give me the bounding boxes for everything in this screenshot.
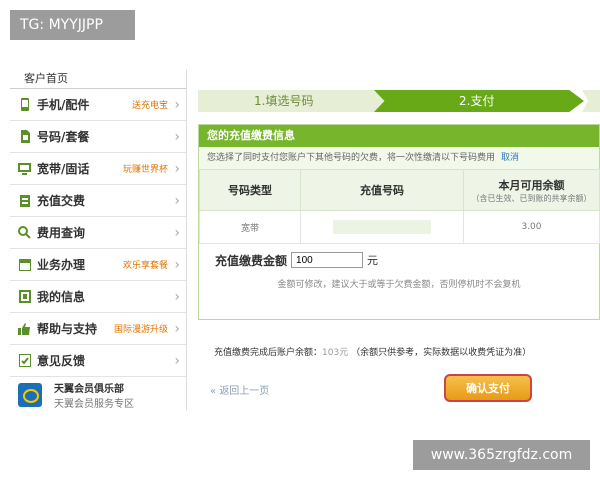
balance-header-sub: （含已生效、已到账的共享余额）	[471, 193, 592, 203]
sidebar-item-help[interactable]: 帮助与支持 国际漫游升级 ›	[10, 313, 186, 345]
back-link[interactable]: « 返回上一页	[210, 382, 269, 397]
payment-main: 1.填选号码 2.支付 您的充值缴费信息 您选择了同时支付您账户下其他号码的欠费…	[198, 90, 600, 410]
chevron-right-icon: ›	[174, 160, 180, 177]
sidebar-item-billing[interactable]: 费用查询 ›	[10, 217, 186, 249]
col-header-balance: 本月可用余额 （含已生效、已到账的共享余额）	[463, 169, 600, 211]
sidebar-item-label: 业务办理	[37, 258, 86, 272]
confirm-pay-button[interactable]: 确认支付	[444, 374, 532, 402]
member-club-banner[interactable]: 天翼会员俱乐部 天翼会员服务专区	[10, 377, 186, 412]
sidebar-item-label: 充值交费	[37, 194, 86, 208]
id-card-icon	[18, 290, 31, 303]
chevron-right-icon: ›	[174, 288, 180, 305]
sidebar-item-broadband[interactable]: 宽带/固话 玩赚世界杯 ›	[10, 153, 186, 185]
sidebar-item-services[interactable]: 业务办理 欢乐享套餐 ›	[10, 249, 186, 281]
feedback-icon	[18, 354, 31, 367]
sidebar-home-link[interactable]: 客户首页	[10, 70, 186, 89]
magnifier-icon	[18, 226, 31, 239]
post-balance-line: 充值缴费完成后账户余额：103元 （余额只供参考，实际数据以收费凭证为准）	[214, 345, 531, 358]
chevron-right-icon: ›	[174, 192, 180, 209]
balance-label: 充值缴费完成后账户余额：	[214, 348, 323, 358]
masked-number	[333, 220, 431, 234]
sidebar-item-phone[interactable]: 手机/配件 送充电宝 ›	[10, 89, 186, 121]
step-select-number: 1.填选号码	[198, 90, 388, 112]
sidebar-item-recharge[interactable]: 充值交费 ›	[10, 185, 186, 217]
progress-steps: 1.填选号码 2.支付	[198, 90, 600, 112]
promo-tag[interactable]: 玩赚世界杯	[123, 162, 168, 175]
calendar-icon	[18, 258, 31, 271]
cell-type: 宽带	[199, 210, 301, 244]
watermark-site: www.365zrgfdz.com	[413, 440, 590, 470]
amount-input[interactable]	[291, 252, 364, 268]
promo-tag[interactable]: 欢乐享套餐	[123, 258, 168, 271]
table-row: 宽带 3.00	[199, 210, 600, 244]
phone-icon	[18, 98, 31, 111]
balance-header-label: 本月可用余额	[498, 178, 565, 192]
chevron-right-icon: ›	[174, 352, 180, 369]
promo-tag[interactable]: 国际漫游升级	[114, 322, 168, 335]
sidebar-item-number[interactable]: 号码/套餐 ›	[10, 121, 186, 153]
col-header-type: 号码类型	[199, 169, 301, 211]
cell-number-masked	[300, 210, 464, 244]
col-header-number: 充值号码	[300, 169, 464, 211]
thumbs-up-icon	[18, 322, 31, 335]
amount-label: 充值缴费金额	[215, 253, 288, 268]
club-title: 天翼会员俱乐部	[54, 383, 124, 395]
recharge-info-panel: 您的充值缴费信息 您选择了同时支付您账户下其他号码的欠费，将一次性缴清以下号码费…	[198, 124, 600, 320]
watermark-tg: TG: MYYJJPP	[10, 10, 135, 40]
step-pay: 2.支付	[374, 90, 584, 112]
sim-icon	[18, 130, 31, 143]
chevron-right-icon: ›	[174, 96, 180, 113]
sidebar-item-my-info[interactable]: 我的信息 ›	[10, 281, 186, 313]
amount-row: 充值缴费金额 元	[199, 244, 599, 276]
notice-text: 您选择了同时支付您账户下其他号码的欠费，将一次性缴清以下号码费用	[207, 153, 496, 163]
panel-title: 您的充值缴费信息	[199, 125, 599, 147]
pay-button-label: 确认支付	[466, 382, 510, 395]
sidebar-item-label: 我的信息	[37, 290, 86, 304]
chevron-right-icon: ›	[174, 128, 180, 145]
monitor-icon	[18, 162, 31, 175]
sidebar-nav: 客户首页 手机/配件 送充电宝 › 号码/套餐 › 宽带/固话 玩赚世界杯 › …	[10, 70, 187, 410]
step-next	[582, 90, 600, 112]
cell-balance: 3.00	[463, 210, 600, 244]
balance-note: （余额只供参考，实际数据以收费凭证为准）	[351, 348, 532, 358]
sidebar-item-label: 宽带/固话	[37, 162, 90, 176]
back-label: 返回上一页	[219, 386, 270, 397]
recharge-table: 号码类型 充值号码 本月可用余额 （含已生效、已到账的共享余额） 宽带 3.00	[199, 169, 600, 244]
double-chevron-left-icon: «	[210, 386, 217, 397]
arrears-notice: 您选择了同时支付您账户下其他号码的欠费，将一次性缴清以下号码费用 取消	[199, 147, 599, 169]
sidebar-item-label: 意见反馈	[37, 354, 86, 368]
cancel-link[interactable]: 取消	[501, 153, 519, 163]
chevron-right-icon: ›	[174, 224, 180, 241]
promo-tag[interactable]: 送充电宝	[132, 98, 168, 111]
chevron-right-icon: ›	[174, 256, 180, 273]
wallet-icon	[18, 194, 31, 207]
sidebar-item-label: 号码/套餐	[37, 130, 90, 144]
club-subtitle: 天翼会员服务专区	[54, 398, 134, 410]
amount-unit: 元	[367, 254, 379, 267]
sidebar-item-feedback[interactable]: 意见反馈 ›	[10, 345, 186, 377]
chevron-right-icon: ›	[174, 320, 180, 337]
club-logo-icon	[18, 382, 42, 407]
amount-hint: 金额可修改，建议大于或等于欠费金额，否则停机时不会复机	[277, 280, 521, 290]
sidebar-item-label: 手机/配件	[37, 98, 90, 112]
sidebar-item-label: 费用查询	[37, 226, 86, 240]
sidebar-item-label: 帮助与支持	[37, 322, 98, 336]
balance-value: 103元	[322, 348, 349, 358]
